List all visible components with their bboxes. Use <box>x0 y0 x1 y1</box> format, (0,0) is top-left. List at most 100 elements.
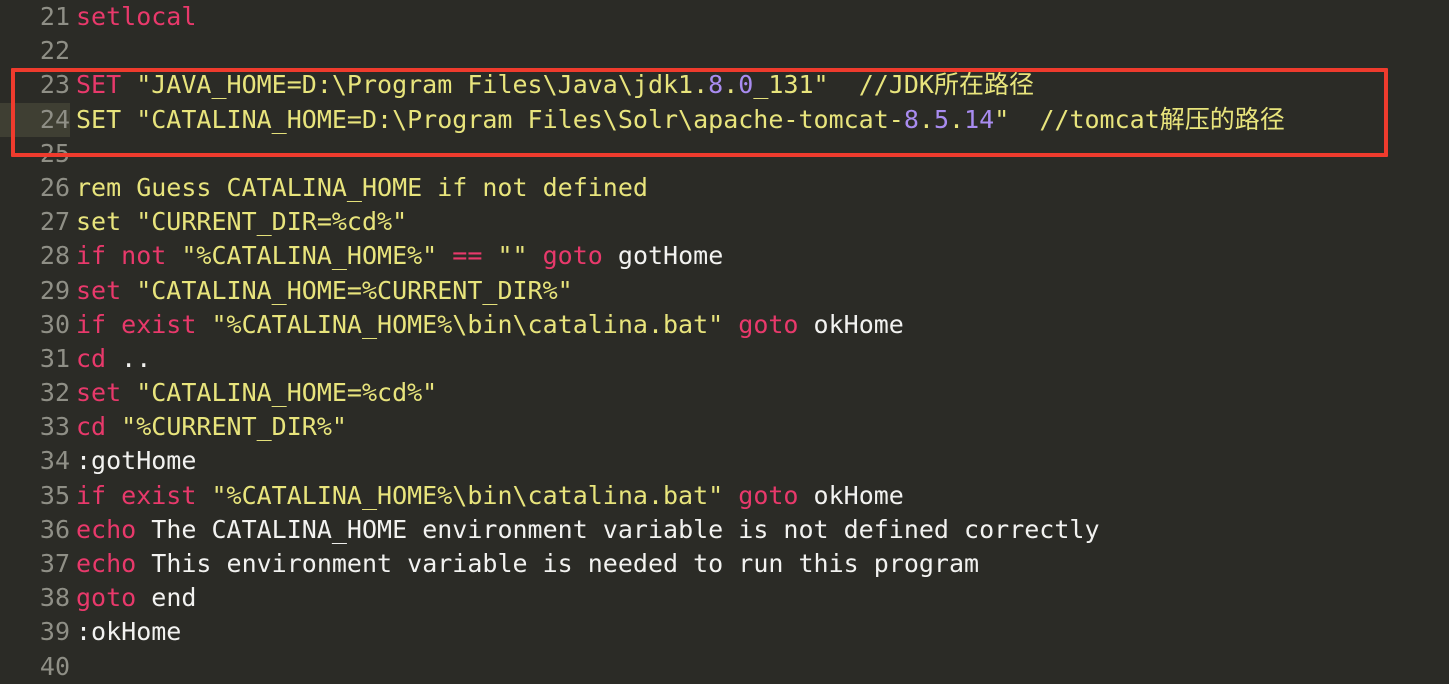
line-number: 36 <box>39 514 70 544</box>
code-line-content[interactable]: SET "JAVA_HOME=D:\Program Files\Java\jdk… <box>70 68 1034 102</box>
token-str: "" <box>497 241 528 271</box>
token-str: "%CATALINA_HOME%\bin\catalina.bat" <box>211 309 724 339</box>
token-str: "CATALINA_HOME=%cd%" <box>121 378 438 408</box>
token-num: 14 <box>964 104 995 134</box>
token-cmt: //tomcat解压的路径 <box>1009 104 1285 134</box>
token-kw: goto <box>738 309 799 339</box>
code-listing[interactable]: 21 setlocal 22 23 SET "JAVA_HOME=D:\Program … <box>0 0 1449 684</box>
code-line[interactable]: 25 <box>0 137 1449 171</box>
code-line[interactable]: 27 set "CURRENT_DIR=%cd%" <box>0 205 1449 239</box>
code-line[interactable]: 28 if not "%CATALINA_HOME%" == "" goto go… <box>0 239 1449 273</box>
code-line[interactable]: 35 if exist "%CATALINA_HOME%\bin\catalina… <box>0 479 1449 513</box>
token-plain: okHome <box>798 480 904 510</box>
code-line[interactable]: 29 set "CATALINA_HOME=%CURRENT_DIR%" <box>0 274 1449 308</box>
line-number: 21 <box>39 2 70 31</box>
token-kw: if not <box>76 241 182 271</box>
code-line[interactable]: 23 SET "JAVA_HOME=D:\Program Files\Java\j… <box>0 68 1449 102</box>
token-plain: okHome <box>798 309 904 339</box>
token-cmt: rem Guess CATALINA_HOME if not defined <box>76 172 648 202</box>
code-line-content[interactable]: :gotHome <box>70 444 196 478</box>
code-line[interactable]: 36 echo The CATALINA_HOME environment var… <box>0 513 1449 547</box>
token-kw: set <box>76 275 122 305</box>
line-number: 31 <box>39 343 70 373</box>
line-number: 39 <box>39 617 70 647</box>
code-line-content[interactable]: SET "CATALINA_HOME=D:\Program Files\Solr… <box>70 103 1285 137</box>
code-line[interactable]: 33 cd "%CURRENT_DIR%" <box>0 410 1449 444</box>
token-kw: cd <box>76 343 107 373</box>
token-plain: :gotHome <box>76 446 197 476</box>
line-number: 23 <box>39 70 70 100</box>
token-plain: This environment variable is needed to r… <box>136 549 980 578</box>
code-line-content[interactable]: echo The CATALINA_HOME environment varia… <box>70 513 1100 547</box>
line-number: 32 <box>39 378 70 408</box>
token-str: " <box>994 104 1010 134</box>
token-str: "%CATALINA_HOME%" <box>181 241 438 271</box>
code-line-content[interactable]: set "CURRENT_DIR=%cd%" <box>70 205 407 239</box>
token-kw: echo <box>76 549 137 578</box>
token-num: 5 <box>933 104 950 134</box>
code-line-content[interactable]: setlocal <box>70 0 196 34</box>
token-plain: .. <box>121 343 152 373</box>
line-number: 34 <box>39 446 70 476</box>
token-str: SET "CATALINA_HOME=D:\Program Files\Solr… <box>76 104 904 134</box>
line-number: 25 <box>39 138 70 168</box>
token-kw: goto <box>738 480 799 510</box>
code-line-content[interactable]: set "CATALINA_HOME=%CURRENT_DIR%" <box>70 274 573 308</box>
code-line[interactable]: 30 if exist "%CATALINA_HOME%\bin\catalina… <box>0 308 1449 342</box>
line-number: 33 <box>39 412 70 442</box>
code-line-content[interactable]: if exist "%CATALINA_HOME%\bin\catalina.b… <box>70 479 904 513</box>
code-line-content[interactable]: :okHome <box>70 615 181 649</box>
code-line[interactable]: 37 echo This environment variable is need… <box>0 547 1449 581</box>
token-plain: end <box>136 583 197 613</box>
code-line[interactable]: 34:gotHome <box>0 444 1449 478</box>
token-str: "%CURRENT_DIR%" <box>106 412 347 442</box>
code-editor-viewport: 21 setlocal 22 23 SET "JAVA_HOME=D:\Program … <box>0 0 1449 684</box>
code-line-content[interactable]: if exist "%CATALINA_HOME%\bin\catalina.b… <box>70 308 904 342</box>
line-number: 24 <box>0 102 70 137</box>
code-line[interactable]: 26 rem Guess CATALINA_HOME if not defined <box>0 171 1449 205</box>
code-line-content[interactable]: rem Guess CATALINA_HOME if not defined <box>70 171 648 205</box>
token-str: set "CURRENT_DIR=%cd%" <box>76 207 408 237</box>
line-number: 27 <box>39 207 70 237</box>
line-number: 40 <box>39 651 70 681</box>
token-kw: if exist <box>76 309 212 339</box>
line-number: 29 <box>39 275 70 305</box>
code-line[interactable]: 32 set "CATALINA_HOME=%cd%" <box>0 376 1449 410</box>
line-number: 22 <box>39 36 70 66</box>
code-line-content[interactable]: cd .. <box>70 342 151 376</box>
token-kw: cd <box>76 412 107 442</box>
token-cmt: //JDK所在路径 <box>828 70 1034 100</box>
code-line-content[interactable]: echo This environment variable is needed… <box>70 547 979 581</box>
token-kw: == <box>437 241 498 271</box>
line-number: 35 <box>39 480 70 510</box>
token-plain: :okHome <box>76 617 182 647</box>
code-line[interactable]: 40 <box>0 650 1449 684</box>
token-str: "%CATALINA_HOME%\bin\catalina.bat" <box>211 480 724 510</box>
line-number: 28 <box>39 241 70 271</box>
code-line[interactable]: 21 setlocal <box>0 0 1449 34</box>
code-line[interactable]: 39:okHome <box>0 615 1449 649</box>
token-num: 8 <box>903 104 919 134</box>
token-kw: SET <box>76 70 122 100</box>
line-number: 26 <box>39 172 70 202</box>
token-plain: The CATALINA_HOME environment variable i… <box>136 514 1100 544</box>
code-line[interactable]: 31 cd .. <box>0 342 1449 376</box>
code-line-content[interactable]: cd "%CURRENT_DIR%" <box>70 410 347 444</box>
token-str: . <box>918 104 934 134</box>
code-line-content[interactable]: goto end <box>70 581 196 615</box>
line-number: 30 <box>39 309 70 339</box>
token-kw: if exist <box>76 480 212 510</box>
token-kw: goto <box>542 241 603 271</box>
token-kw: set <box>76 378 122 408</box>
token-num: 0 <box>738 70 754 100</box>
code-line-content[interactable]: if not "%CATALINA_HOME%" == "" goto gotH… <box>70 239 723 273</box>
code-line[interactable]: 38 goto end <box>0 581 1449 615</box>
line-number: 37 <box>39 549 70 578</box>
code-line[interactable]: 24 SET "CATALINA_HOME=D:\Program Files\So… <box>0 102 1449 137</box>
code-line[interactable]: 22 <box>0 34 1449 68</box>
code-line-content[interactable]: set "CATALINA_HOME=%cd%" <box>70 376 437 410</box>
